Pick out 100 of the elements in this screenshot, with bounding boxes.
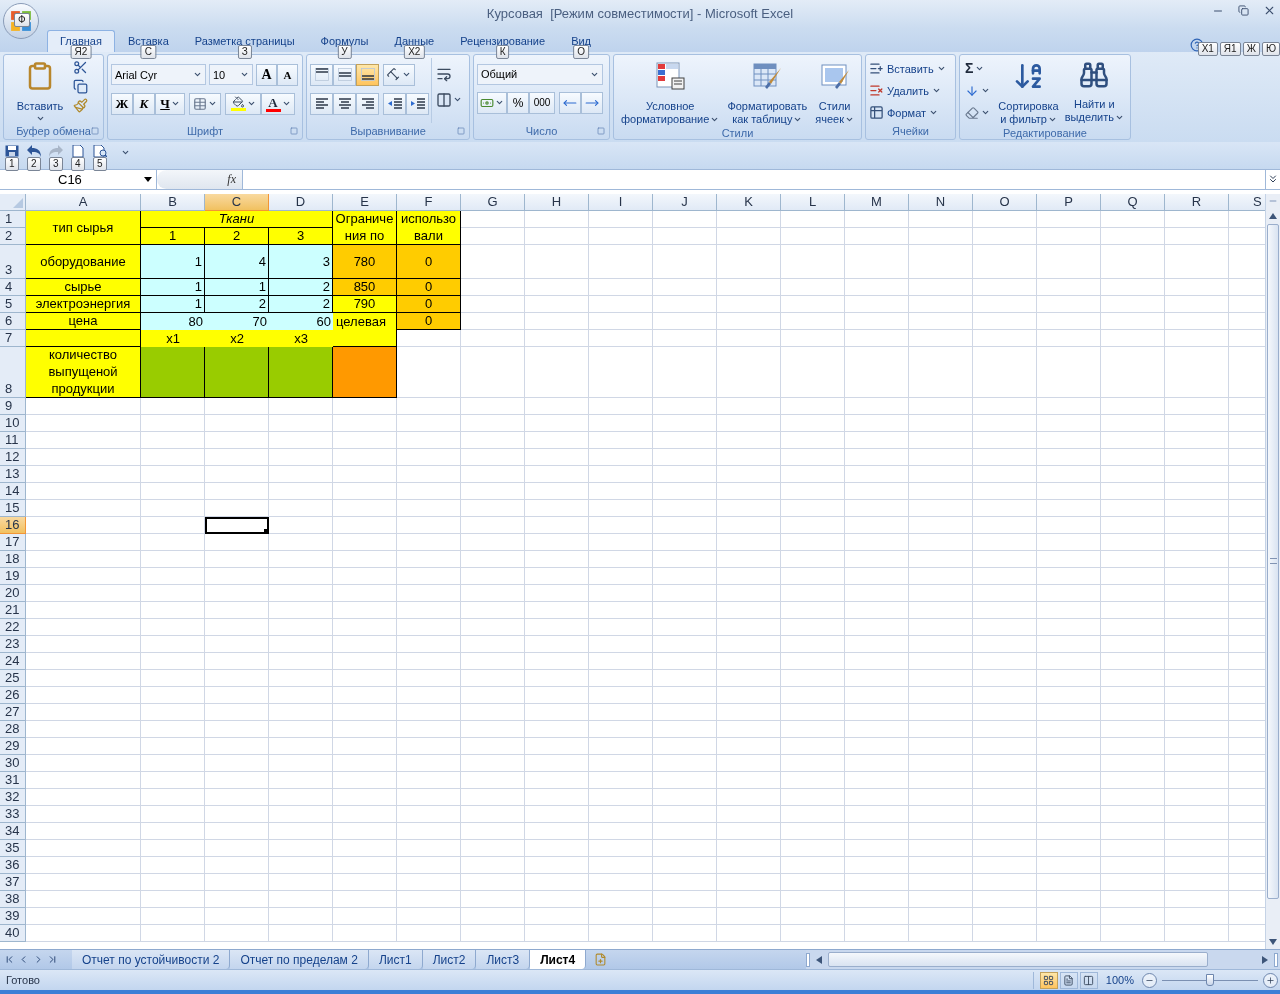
- left-arrow-icon: [816, 955, 822, 964]
- quick-access-button[interactable]: [71, 144, 85, 157]
- zoom-out-button[interactable]: [1142, 972, 1157, 988]
- styles-button[interactable]: Условное форматирование: [619, 57, 722, 126]
- vertical-align-button[interactable]: [356, 63, 379, 86]
- outdent-icon: [387, 97, 402, 111]
- paste-button[interactable]: Вставить: [7, 57, 73, 124]
- table-cell: использо вали: [397, 210, 461, 245]
- align-lines-icon: [360, 68, 375, 82]
- percent-button[interactable]: %: [507, 91, 529, 114]
- editing-button[interactable]: Сортировка и фильтр: [995, 57, 1062, 126]
- eraser-icon: [965, 105, 979, 120]
- orientation-button[interactable]: [383, 63, 415, 86]
- table-cell: 0: [397, 244, 461, 279]
- keytip: Я1: [1219, 41, 1241, 56]
- keytip: С: [140, 44, 156, 59]
- triangle-icon: [13, 197, 23, 208]
- sheet-tab[interactable]: Лист2: [422, 950, 477, 969]
- font-size-field[interactable]: 10: [209, 64, 253, 86]
- keytip: Я2: [70, 44, 92, 59]
- autosum-button[interactable]: Σ: [965, 59, 996, 78]
- cells-button[interactable]: Удалить: [869, 81, 946, 100]
- decrease-decimal-button[interactable]: [581, 91, 603, 114]
- table-cell: целевая: [333, 312, 397, 347]
- table-cell: 1: [141, 244, 205, 279]
- decrease-indent-button[interactable]: [383, 92, 406, 115]
- horizontal-scrollbar[interactable]: [806, 950, 1280, 969]
- vertical-align-button[interactable]: [310, 63, 333, 86]
- sheet-tab[interactable]: Отчет по устойчивости 2: [72, 950, 231, 969]
- page-icon: [71, 144, 85, 157]
- delete-rows-icon: [869, 83, 884, 99]
- cells-button[interactable]: Формат: [869, 103, 946, 122]
- slider-thumb[interactable]: [1206, 973, 1214, 986]
- insert-sheet-icon[interactable]: [593, 953, 607, 966]
- vertical-scrollbar[interactable]: [1265, 193, 1280, 950]
- view-button[interactable]: [1059, 971, 1078, 989]
- borders-button[interactable]: [189, 92, 221, 115]
- horizontal-align-button[interactable]: [310, 92, 333, 115]
- align-lines-icon: [360, 97, 375, 111]
- page-break-icon: [1083, 974, 1095, 986]
- underline-button[interactable]: Ч: [155, 92, 185, 115]
- keytip: 3: [49, 156, 63, 171]
- zoom-in-button[interactable]: [1263, 972, 1278, 988]
- quick-access-button[interactable]: [5, 144, 19, 157]
- thousands-button[interactable]: 000: [529, 91, 555, 114]
- table-cell: 4: [205, 244, 269, 279]
- scroll-thumb[interactable]: [828, 952, 1208, 967]
- cells-button[interactable]: Вставить: [869, 59, 946, 78]
- row-header[interactable]: 3: [0, 244, 26, 279]
- group-label: Редактирование: [1003, 125, 1087, 140]
- horizontal-align-button[interactable]: [333, 92, 356, 115]
- font-name-field[interactable]: Arial Cyr: [111, 64, 206, 86]
- increase-indent-button[interactable]: [406, 92, 429, 115]
- table-cell: тип сырья: [26, 210, 141, 245]
- keytip: К: [495, 44, 510, 59]
- name-box[interactable]: C16: [0, 169, 157, 189]
- scroll-thumb[interactable]: [1267, 223, 1279, 899]
- view-button[interactable]: [1079, 971, 1098, 989]
- keytip: Х1: [1197, 41, 1218, 56]
- sheet-tab[interactable]: Лист3: [476, 950, 531, 969]
- shrink-font-button[interactable]: A: [277, 63, 298, 86]
- merge-button[interactable]: [436, 91, 462, 108]
- window-title: Курсовая [Режим совместимости] - Microsoft Excel: [486, 5, 794, 24]
- styles-button[interactable]: Стили ячеек: [813, 57, 856, 126]
- currency-button[interactable]: [477, 91, 507, 114]
- copy-icon[interactable]: [73, 78, 88, 94]
- increase-decimal-button[interactable]: [559, 91, 581, 114]
- table-cell: оборудование: [26, 244, 141, 279]
- redo-icon: [49, 144, 63, 157]
- row-header[interactable]: 8: [0, 346, 26, 398]
- italic-button[interactable]: К: [133, 92, 155, 115]
- bold-button[interactable]: Ж: [111, 92, 133, 115]
- table-cell: Ограниче ния по: [333, 210, 397, 245]
- styles-button[interactable]: Форматировать как таблицу: [725, 57, 810, 126]
- view-button[interactable]: [1039, 971, 1058, 989]
- quick-access-button[interactable]: [27, 144, 41, 157]
- table-cell: количество выпущеной продукции: [26, 346, 141, 398]
- indent-icon: [410, 97, 425, 111]
- close-icon[interactable]: [1263, 4, 1276, 17]
- restore-icon[interactable]: [1238, 5, 1249, 16]
- right-arrow-icon: [1262, 955, 1268, 964]
- font-color-button[interactable]: A: [261, 92, 295, 115]
- vertical-align-button[interactable]: [333, 63, 356, 86]
- number-format-field[interactable]: Общий: [477, 63, 603, 85]
- sheet-tab[interactable]: Отчет по пределам 2: [230, 950, 369, 969]
- status-text: Готово: [5, 972, 41, 988]
- fill-color-button[interactable]: [225, 92, 261, 115]
- format-painter-icon[interactable]: [73, 97, 88, 113]
- keytip: Х2: [404, 44, 425, 59]
- sheet-tab[interactable]: Лист1: [368, 950, 423, 969]
- horizontal-align-button[interactable]: [356, 92, 379, 115]
- zoom-level[interactable]: 100%: [1097, 971, 1142, 989]
- align-lines-icon: [314, 97, 329, 111]
- quick-access-button[interactable]: [93, 144, 107, 157]
- down-arrow-icon: [1269, 938, 1277, 945]
- cut-icon[interactable]: [73, 59, 88, 75]
- insert-function-button[interactable]: fx: [227, 170, 236, 189]
- editing-button[interactable]: Найти и выделить: [1061, 57, 1127, 126]
- sheet-tab[interactable]: Лист4: [530, 950, 587, 969]
- grow-font-button[interactable]: A: [256, 63, 277, 86]
